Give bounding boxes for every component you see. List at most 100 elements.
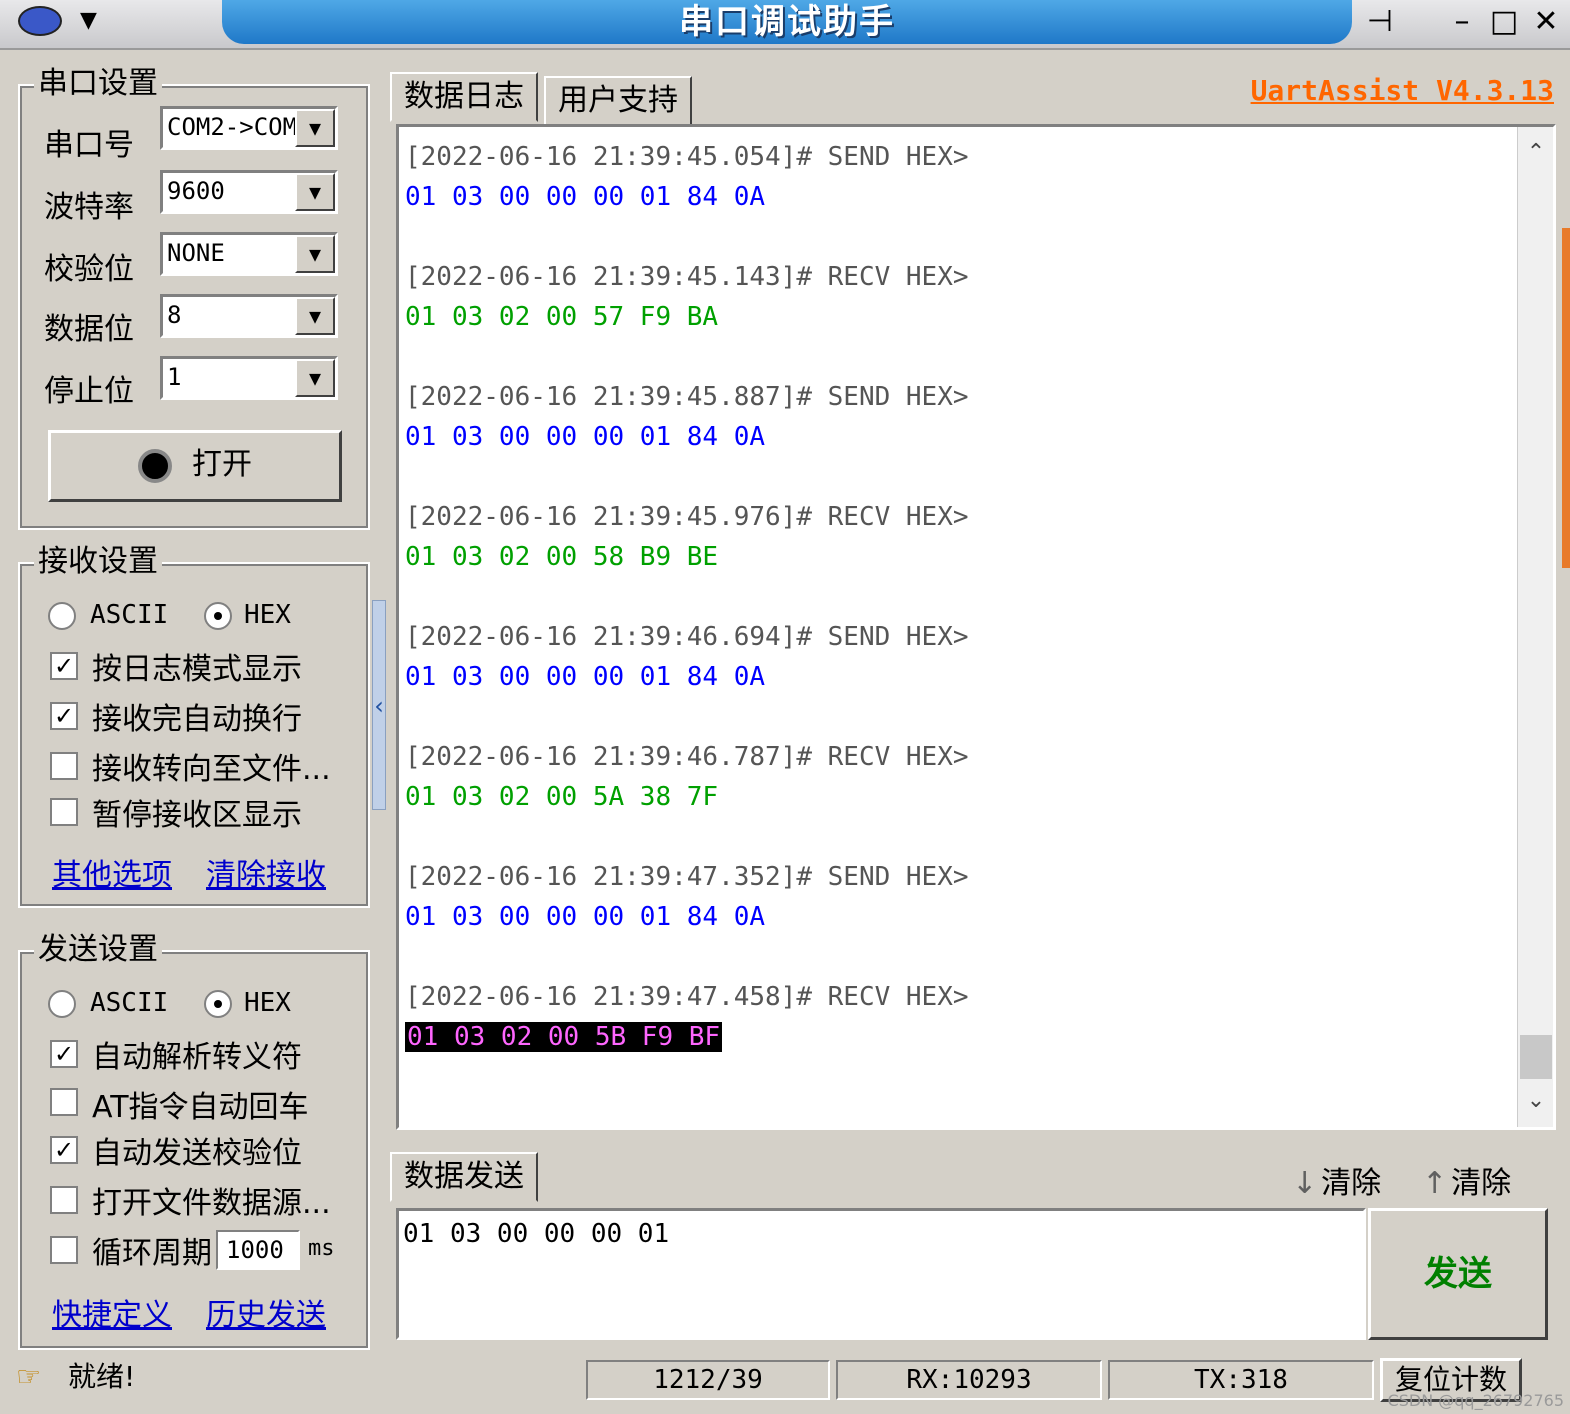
window-edge-accent <box>1562 228 1570 568</box>
parity-label: 校验位 <box>44 252 134 287</box>
recv-log-mode-checkbox[interactable]: ✓ <box>50 652 78 680</box>
recv-pause-checkbox[interactable] <box>50 798 78 826</box>
parity-select[interactable]: NONE ▼ <box>160 232 338 276</box>
send-file-source-checkbox[interactable] <box>50 1186 78 1214</box>
send-ascii-radio[interactable] <box>48 990 76 1018</box>
log-entry: [2022-06-16 21:39:47.352]# SEND HEX> 01 … <box>405 857 969 977</box>
title-bar: ▼ 串口调试助手 ⊣ – □ ✕ <box>0 0 1570 50</box>
log-data: 01 03 00 00 00 01 84 0A <box>405 662 766 692</box>
databits-label: 数据位 <box>44 312 134 347</box>
shortcut-define-link[interactable]: 快捷定义 <box>52 1290 172 1334</box>
log-entry: [2022-06-16 21:39:45.887]# SEND HEX> 01 … <box>405 377 969 497</box>
recv-ascii-label: ASCII <box>90 600 169 630</box>
send-hex-radio[interactable] <box>204 990 232 1018</box>
clear-receive-link[interactable]: 清除接收 <box>206 850 326 894</box>
scroll-down-icon[interactable]: ⌄ <box>1518 1083 1553 1119</box>
send-escape-checkbox[interactable]: ✓ <box>50 1040 78 1068</box>
pointing-hand-icon: ☞ <box>16 1360 42 1393</box>
loop-period-input[interactable]: 1000 <box>216 1230 300 1270</box>
tab-data-log[interactable]: 数据日志 <box>390 72 538 122</box>
rx-counter: RX:10293 <box>836 1360 1102 1400</box>
recv-auto-newline-checkbox[interactable]: ✓ <box>50 702 78 730</box>
port-label: 串口号 <box>44 128 134 163</box>
recv-option-label: 按日志模式显示 <box>92 652 302 687</box>
tab-data-send[interactable]: 数据发送 <box>390 1152 538 1202</box>
other-options-link[interactable]: 其他选项 <box>52 850 172 894</box>
baud-label: 波特率 <box>44 190 134 225</box>
log-entry: [2022-06-16 21:39:46.694]# SEND HEX> 01 … <box>405 617 969 737</box>
recv-to-file-checkbox[interactable] <box>50 752 78 780</box>
databits-select[interactable]: 8 ▼ <box>160 294 338 338</box>
log-data: 01 03 02 00 57 F9 BA <box>405 302 719 332</box>
tab-user-support[interactable]: 用户支持 <box>544 76 692 126</box>
stopbits-select[interactable]: 1 ▼ <box>160 356 338 400</box>
system-menu-arrow-icon[interactable]: ▼ <box>80 8 97 33</box>
log-entry: [2022-06-16 21:39:46.787]# RECV HEX> 01 … <box>405 737 969 857</box>
cursor-position: 1212/39 <box>586 1360 830 1400</box>
chevron-down-icon[interactable]: ▼ <box>295 173 335 211</box>
tx-counter: TX:318 <box>1108 1360 1374 1400</box>
baud-select[interactable]: 9600 ▼ <box>160 170 338 214</box>
log-entry-selected: [2022-06-16 21:39:47.458]# RECV HEX> 01 … <box>405 977 969 1097</box>
log-entry: [2022-06-16 21:39:45.143]# RECV HEX> 01 … <box>405 257 969 377</box>
watermark: CSDN @qq_26792765 <box>1387 1391 1564 1410</box>
log-header: [2022-06-16 21:39:47.458]# RECV HEX> <box>405 982 969 1012</box>
record-icon <box>138 448 172 483</box>
app-icon[interactable] <box>18 6 62 36</box>
clear-send-label: 清除 <box>1321 1166 1382 1201</box>
send-checksum-checkbox[interactable]: ✓ <box>50 1136 78 1164</box>
receive-settings-title: 接收设置 <box>34 542 162 582</box>
log-data-selected: 01 03 02 00 5B F9 BF <box>405 1022 723 1052</box>
databits-value: 8 <box>167 301 182 329</box>
log-data: 01 03 02 00 5B F9 BF <box>405 1017 969 1057</box>
version-link[interactable]: UartAssist V4.3.13 <box>1251 74 1554 107</box>
log-header: [2022-06-16 21:39:46.787]# RECV HEX> <box>405 742 969 772</box>
maximize-button[interactable]: □ <box>1484 2 1524 42</box>
minimize-button[interactable]: – <box>1442 2 1482 42</box>
chevron-down-icon[interactable]: ▼ <box>295 297 335 335</box>
stopbits-value: 1 <box>167 363 182 391</box>
close-button[interactable]: ✕ <box>1526 2 1566 42</box>
chevron-down-icon[interactable]: ▼ <box>295 109 335 147</box>
send-at-cr-checkbox[interactable] <box>50 1088 78 1116</box>
send-option-label: 自动解析转义符 <box>92 1040 302 1075</box>
log-header: [2022-06-16 21:39:45.976]# RECV HEX> <box>405 502 969 532</box>
receive-log[interactable]: [2022-06-16 21:39:45.054]# SEND HEX> 01 … <box>396 124 1556 1130</box>
arrow-up-icon: ↑ <box>1422 1166 1448 1201</box>
pin-icon[interactable]: ⊣ <box>1360 2 1400 42</box>
send-hex-label: HEX <box>244 988 291 1018</box>
log-data: 01 03 02 00 5A 38 7F <box>405 782 719 812</box>
log-header: [2022-06-16 21:39:46.694]# SEND HEX> <box>405 622 969 652</box>
clear-send-button[interactable]: ↓ 清除 <box>1292 1158 1381 1202</box>
chevron-down-icon[interactable]: ▼ <box>295 359 335 397</box>
open-port-label: 打开 <box>192 447 252 482</box>
scroll-thumb[interactable] <box>1520 1035 1552 1079</box>
recv-option-label: 接收转向至文件... <box>92 752 331 787</box>
panel-collapse-handle[interactable]: ‹ <box>372 600 386 810</box>
send-button[interactable]: 发送 <box>1368 1208 1548 1340</box>
parity-value: NONE <box>167 239 225 267</box>
log-data: 01 03 02 00 58 B9 BE <box>405 542 719 572</box>
arrow-down-icon: ↓ <box>1292 1166 1318 1201</box>
recv-hex-radio[interactable] <box>204 602 232 630</box>
log-entry: [2022-06-16 21:39:45.976]# RECV HEX> 01 … <box>405 497 969 617</box>
open-port-button[interactable]: 打开 <box>48 430 342 502</box>
log-header: [2022-06-16 21:39:45.887]# SEND HEX> <box>405 382 969 412</box>
recv-ascii-radio[interactable] <box>48 602 76 630</box>
loop-unit-label: ms <box>308 1236 335 1261</box>
loop-period-checkbox[interactable] <box>50 1236 78 1264</box>
recv-option-label: 暂停接收区显示 <box>92 798 302 833</box>
send-option-label: 打开文件数据源... <box>92 1186 331 1221</box>
history-send-link[interactable]: 历史发送 <box>206 1290 326 1334</box>
chevron-down-icon[interactable]: ▼ <box>295 235 335 273</box>
clear-receive-label: 清除 <box>1451 1166 1512 1201</box>
stopbits-label: 停止位 <box>44 374 134 409</box>
send-input[interactable]: 01 03 00 00 00 01 <box>396 1208 1366 1340</box>
log-scrollbar[interactable]: ⌃ ⌄ <box>1517 127 1553 1127</box>
clear-receive-button[interactable]: ↑ 清除 <box>1422 1158 1511 1202</box>
log-data: 01 03 00 00 00 01 84 0A <box>405 902 766 932</box>
port-value: COM2->COM <box>167 113 298 141</box>
port-select[interactable]: COM2->COM ▼ <box>160 106 338 150</box>
scroll-up-icon[interactable]: ⌃ <box>1518 135 1553 171</box>
log-content: [2022-06-16 21:39:45.054]# SEND HEX> 01 … <box>405 137 969 1097</box>
